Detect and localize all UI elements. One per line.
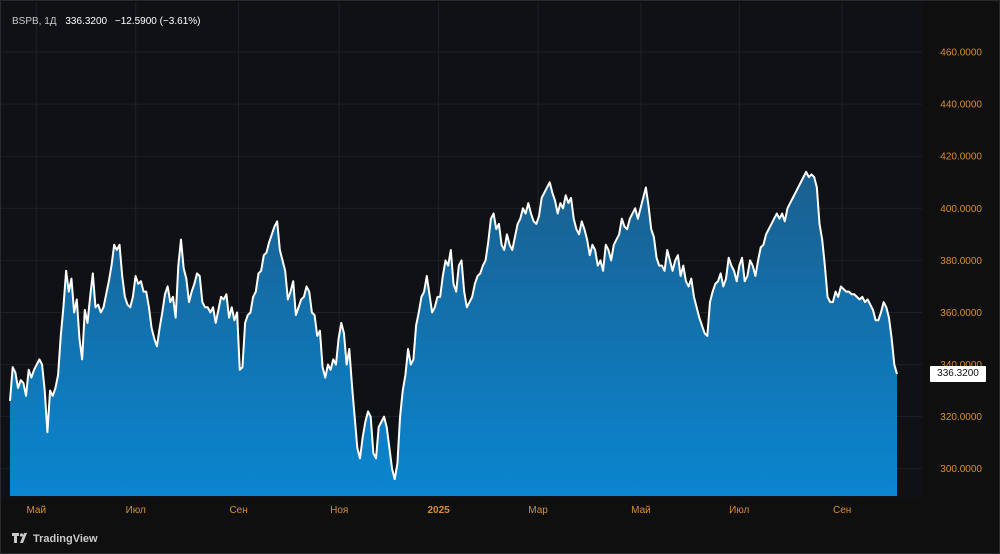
x-tick-label: Июл xyxy=(729,505,749,516)
price-change: −12.5900 (−3.61%) xyxy=(114,16,201,27)
x-tick-label: Июл xyxy=(126,505,146,516)
tradingview-icon xyxy=(12,533,27,543)
last-price-tag: 336.3200 xyxy=(930,366,986,383)
x-tick-label: Сен xyxy=(229,505,247,516)
x-tick-label: 2025 xyxy=(428,505,451,516)
x-tick-label: Ноя xyxy=(330,505,348,516)
y-tick-label: 320.0000 xyxy=(940,412,982,423)
x-tick-label: Май xyxy=(631,505,651,516)
last-price: 336.3200 xyxy=(65,16,108,27)
y-tick-label: 360.0000 xyxy=(940,308,982,319)
y-tick-label: 400.0000 xyxy=(940,204,982,215)
tradingview-logo[interactable]: TradingView xyxy=(12,531,98,547)
symbol-header[interactable]: BSPB, 1Д 336.3200 −12.5900 (−3.61%) xyxy=(12,16,200,27)
tradingview-text: TradingView xyxy=(33,533,98,545)
y-axis: 460.0000 440.0000 420.0000 400.0000 380.0000… xyxy=(940,48,982,476)
x-tick-label: Сен xyxy=(833,505,851,516)
y-tick-label: 460.0000 xyxy=(940,48,982,59)
x-axis: Май Июл Сен Ноя 2025 Мар Май Июл Сен xyxy=(26,505,851,516)
y-tick-label: 300.0000 xyxy=(940,464,982,475)
y-tick-label: 440.0000 xyxy=(940,100,982,111)
y-tick-label: 420.0000 xyxy=(940,152,982,163)
area-fill xyxy=(10,171,897,496)
price-chart[interactable]: Май Июл Сен Ноя 2025 Мар Май Июл Сен 460.0000 440… xyxy=(0,0,1000,554)
y-tick-label: 380.0000 xyxy=(940,256,982,267)
x-tick-label: Май xyxy=(26,505,46,516)
symbol-label: BSPB, 1Д xyxy=(12,16,57,27)
x-tick-label: Мар xyxy=(528,505,548,516)
